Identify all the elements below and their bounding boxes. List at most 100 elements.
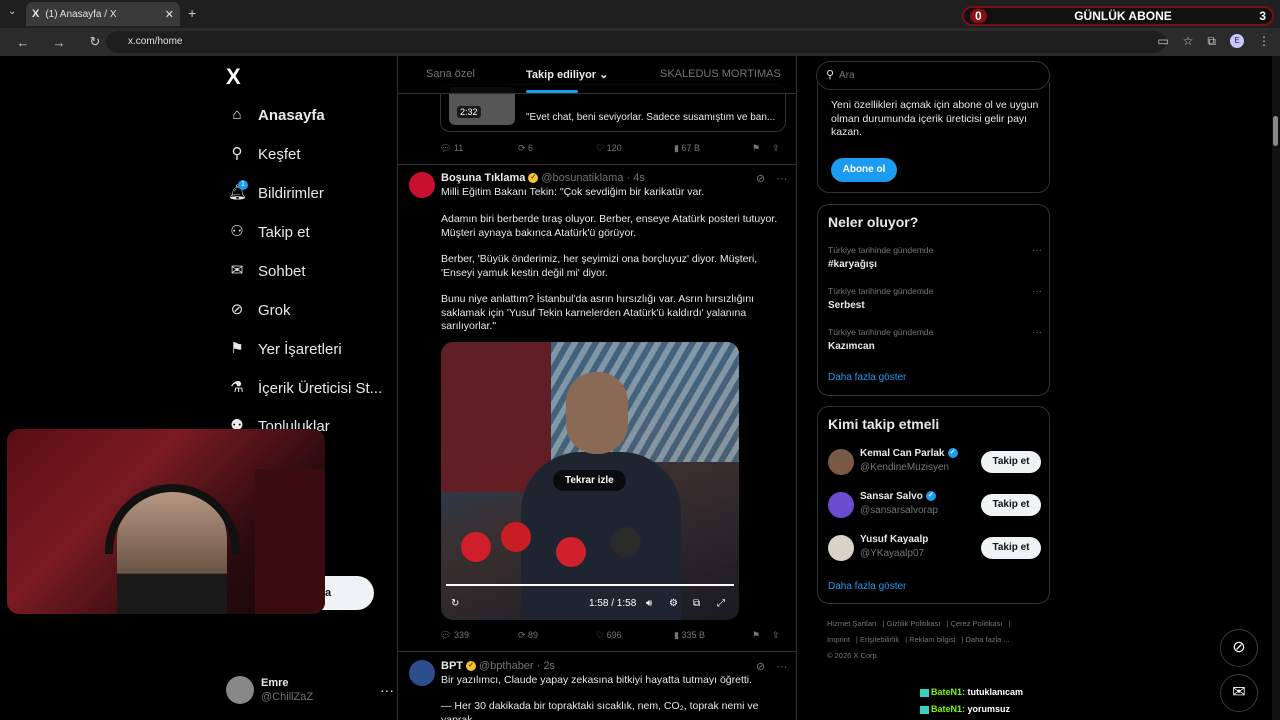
author-handle[interactable]: @bpthaber: [479, 660, 534, 672]
x-logo[interactable]: X: [226, 64, 241, 90]
repost-button[interactable]: ⟳ 6: [518, 143, 596, 154]
footer-link[interactable]: Reklam bilgisi: [909, 635, 955, 644]
like-button[interactable]: ♡ 696: [596, 630, 674, 641]
views-button[interactable]: ▮ 335 B: [674, 630, 752, 641]
sidebar-item-chat[interactable]: ✉ Sohbet: [228, 262, 306, 280]
sidebar-item-home[interactable]: ⌂ Anasayfa: [228, 106, 324, 124]
bookmark-icon[interactable]: ⚑: [752, 630, 772, 641]
suggestion-handle: @sansarsalvorap: [860, 505, 938, 516]
more-icon[interactable]: ···: [1032, 286, 1042, 297]
cast-icon[interactable]: ▭: [1157, 34, 1168, 49]
grok-icon[interactable]: ⊘: [756, 661, 765, 673]
views-button[interactable]: ▮ 67 B: [674, 143, 752, 154]
tab-for-you[interactable]: Sana özel: [426, 68, 475, 80]
footer-link[interactable]: Imprint: [827, 635, 850, 644]
messages-floating-button[interactable]: ✉: [1220, 674, 1258, 712]
account-switcher[interactable]: Emre @ChillZaZ ···: [226, 672, 394, 708]
volume-icon[interactable]: 🔊︎: [646, 598, 652, 609]
profile-avatar[interactable]: E: [1230, 34, 1244, 48]
subscribe-button[interactable]: Abone ol: [831, 158, 897, 182]
footer-link[interactable]: Erişilebilirlik: [860, 635, 899, 644]
author-name[interactable]: Boşuna Tıklama: [441, 172, 525, 184]
trend-item[interactable]: Türkiye tarihinde gündemde Kazımcan ···: [828, 327, 1042, 352]
footer-link[interactable]: Gizlilik Politikası: [887, 619, 941, 628]
grok-icon[interactable]: ⊘: [756, 173, 765, 185]
divider: [398, 164, 796, 165]
post-time[interactable]: · 2s: [537, 660, 555, 672]
more-icon[interactable]: ···: [776, 173, 787, 185]
reply-button[interactable]: 💬︎ 339: [440, 630, 518, 641]
sidebar-item-label: Bildirimler: [258, 184, 324, 202]
follow-suggestion[interactable]: Kemal Can Parlak ✓ @KendineMuzisyen Takip…: [828, 447, 1041, 479]
sidebar-item-bookmarks[interactable]: ⚑ Yer İşaretleri: [228, 340, 341, 358]
replay-button[interactable]: Tekrar izle: [553, 470, 626, 491]
sidebar-item-explore[interactable]: ⚲ Keşfet: [228, 145, 301, 163]
video-progress-bar[interactable]: [446, 584, 734, 586]
sidebar-item-creator-studio[interactable]: ⚗ İçerik Üreticisi St...: [228, 379, 382, 397]
sidebar-item-follow[interactable]: ⚇ Takip et: [228, 223, 309, 241]
close-tab-icon[interactable]: ✕: [165, 8, 174, 21]
sidebar-item-grok[interactable]: ⊘ Grok: [228, 301, 291, 319]
browser-tab[interactable]: X (1) Anasayfa / X ✕: [26, 2, 180, 26]
follow-button[interactable]: Takip et: [981, 451, 1041, 473]
share-icon[interactable]: ⇪: [772, 143, 780, 154]
pip-icon[interactable]: ⧉: [693, 598, 700, 609]
avatar[interactable]: [409, 172, 435, 198]
reply-count: 11: [453, 143, 464, 153]
footer-link[interactable]: Hizmet Şartları: [827, 619, 877, 628]
webcam-overlay: [7, 429, 325, 614]
follow-suggestion[interactable]: Sansar Salvo ✓ @sansarsalvorap Takip et: [828, 490, 1041, 522]
url-field[interactable]: x.com/home: [106, 31, 1166, 53]
video-player[interactable]: Tekrar izle ↻ 1:58 / 1:58 🔊︎ ⚙ ⧉ ⤢: [441, 342, 739, 620]
follow-button[interactable]: Takip et: [981, 494, 1041, 516]
author-handle[interactable]: @bosunatiklama: [541, 172, 623, 184]
sidebar-item-label: İçerik Üreticisi St...: [258, 379, 383, 397]
new-tab-icon[interactable]: +: [188, 5, 196, 21]
footer-link[interactable]: Daha fazla ...: [966, 635, 1010, 644]
home-icon: ⌂: [232, 106, 242, 123]
share-icon[interactable]: ⇪: [772, 630, 780, 641]
sidebar-item-notifications[interactable]: 🔔︎ 1 Bildirimler: [228, 180, 324, 202]
fullscreen-icon[interactable]: ⤢: [717, 598, 725, 609]
tab-list[interactable]: SKALEDUS MORTIMAS: [660, 68, 781, 80]
grok-icon: ⊘: [1232, 639, 1246, 656]
settings-gear-icon[interactable]: ⚙: [669, 598, 678, 609]
menu-kebab-icon[interactable]: ⋮: [1258, 34, 1270, 49]
post-button[interactable]: la: [320, 576, 374, 610]
flask-icon: ⚗: [230, 379, 244, 396]
star-icon[interactable]: ☆: [1183, 34, 1194, 49]
more-icon[interactable]: ···: [776, 661, 787, 673]
more-icon[interactable]: ···: [1032, 245, 1042, 256]
reply-button[interactable]: 💬︎ 11: [440, 143, 518, 154]
who-to-follow-title: Kimi takip etmeli: [828, 416, 940, 432]
sidebar-item-label: Sohbet: [258, 262, 306, 280]
back-icon[interactable]: ←: [10, 35, 36, 50]
more-icon[interactable]: ···: [380, 682, 394, 698]
show-more-link[interactable]: Daha fazla göster: [828, 581, 906, 592]
grok-floating-button[interactable]: ⊘: [1220, 629, 1258, 667]
tab-following[interactable]: Takip ediliyor ⌄: [526, 68, 608, 81]
follow-suggestion[interactable]: Yusuf Kayaalp @YKayaalp07 Takip et: [828, 533, 1041, 565]
tweet-header: Boşuna Tıklama ✓ @bosunatiklama · 4s: [441, 172, 645, 184]
replay-icon[interactable]: ↻: [451, 598, 459, 609]
bookmark-icon[interactable]: ⚑: [752, 143, 772, 154]
author-name[interactable]: BPT: [441, 660, 463, 672]
like-button[interactable]: ♡ 120: [596, 143, 674, 154]
video-duration: 2:32: [457, 106, 481, 118]
repost-button[interactable]: ⟳ 89: [518, 630, 596, 641]
trend-item[interactable]: Türkiye tarihinde gündemde Serbest ···: [828, 286, 1042, 311]
avatar[interactable]: [409, 660, 435, 686]
trend-item[interactable]: Türkiye tarihinde gündemde #karyağışı ··…: [828, 245, 1042, 270]
tab-list-chevron-icon[interactable]: ⌄: [8, 6, 16, 17]
page-scrollbar[interactable]: [1272, 56, 1280, 720]
forward-icon[interactable]: →: [46, 35, 72, 50]
scrollbar-thumb[interactable]: [1273, 116, 1278, 146]
premium-text: Yeni özellikleri açmak için abone ol ve …: [831, 99, 1039, 138]
show-more-link[interactable]: Daha fazla göster: [828, 372, 906, 383]
extensions-icon[interactable]: ⧉: [1207, 34, 1216, 49]
post-time[interactable]: · 4s: [626, 172, 644, 184]
more-icon[interactable]: ···: [1032, 327, 1042, 338]
footer-link[interactable]: Çerez Politikası: [950, 619, 1002, 628]
reload-icon[interactable]: ↻: [82, 34, 108, 50]
follow-button[interactable]: Takip et: [981, 537, 1041, 559]
